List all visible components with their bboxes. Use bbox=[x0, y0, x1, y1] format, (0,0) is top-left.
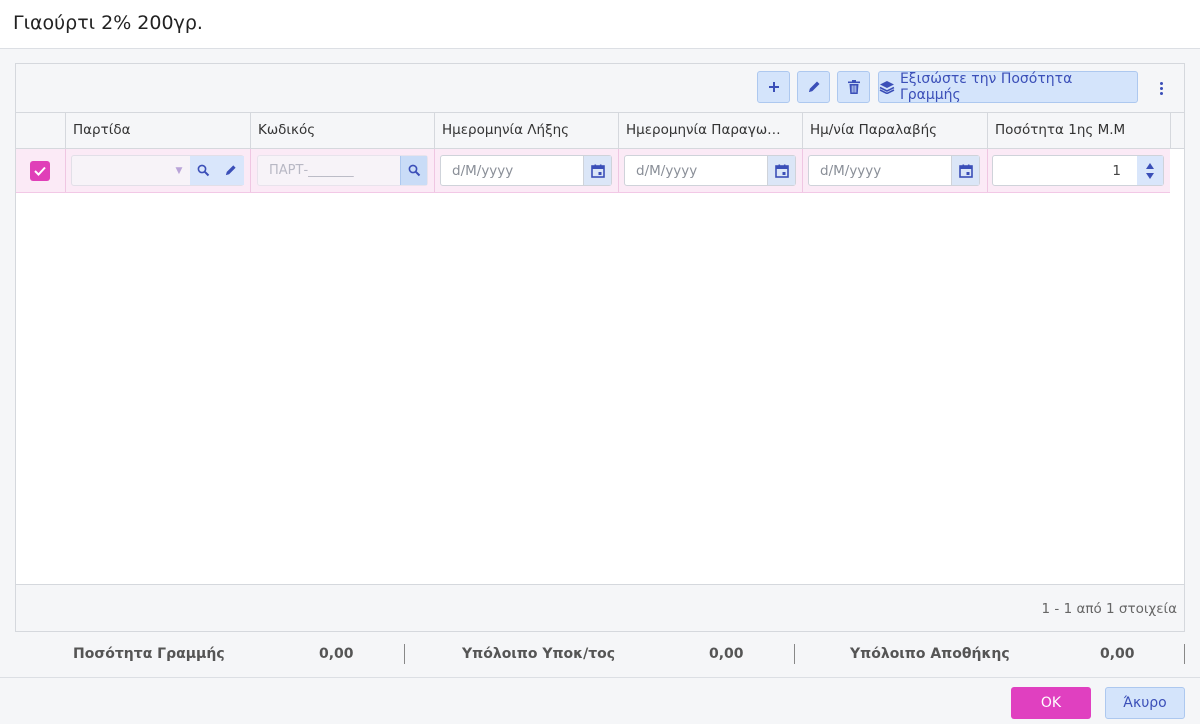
add-row-button[interactable] bbox=[757, 71, 790, 103]
divider bbox=[794, 644, 795, 664]
receipt-date-input[interactable]: d/M/yyyy bbox=[808, 155, 980, 186]
sub-balance-value: 0,00 bbox=[709, 646, 744, 662]
divider bbox=[1184, 644, 1185, 664]
chevron-down-icon[interactable]: ▼ bbox=[168, 156, 190, 185]
production-date-placeholder: d/M/yyyy bbox=[636, 163, 698, 179]
expiry-date-placeholder: d/M/yyyy bbox=[452, 163, 514, 179]
column-header-expiry-date[interactable]: Ημερομηνία Λήξης bbox=[434, 113, 618, 148]
divider bbox=[404, 644, 405, 664]
line-quantity-label: Ποσότητα Γραμμής bbox=[73, 646, 225, 662]
code-placeholder: ΠΑΡΤ-_______ bbox=[269, 163, 354, 178]
spinner-buttons[interactable] bbox=[1137, 156, 1163, 185]
batch-combobox[interactable]: ▼ bbox=[71, 155, 244, 186]
kebab-menu-icon[interactable] bbox=[1152, 76, 1170, 100]
expiry-date-input[interactable]: d/M/yyyy bbox=[440, 155, 612, 186]
calendar-icon[interactable] bbox=[767, 156, 795, 185]
pager-info: 1 - 1 από 1 στοιχεία bbox=[1041, 601, 1177, 617]
dialog-header: Γιαούρτι 2% 200γρ. bbox=[0, 0, 1200, 49]
production-date-input[interactable]: d/M/yyyy bbox=[624, 155, 796, 186]
cancel-button[interactable]: Άκυρο bbox=[1105, 687, 1185, 719]
dialog-footer: OK Άκυρο bbox=[0, 677, 1200, 724]
quantity-stepper[interactable]: 1 bbox=[992, 155, 1164, 186]
warehouse-balance-label: Υπόλοιπο Αποθήκης bbox=[850, 646, 1010, 662]
calendar-icon[interactable] bbox=[583, 156, 611, 185]
receipt-date-placeholder: d/M/yyyy bbox=[820, 163, 882, 179]
search-icon[interactable] bbox=[400, 156, 427, 185]
quantity-value: 1 bbox=[1112, 163, 1121, 179]
trash-icon bbox=[847, 80, 860, 94]
equalize-label: Εξισώστε την Ποσότητα Γραμμής bbox=[899, 71, 1073, 103]
calendar-icon[interactable] bbox=[951, 156, 979, 185]
sub-balance-label: Υπόλοιπο Υποκ/τος bbox=[462, 646, 616, 662]
code-input[interactable]: ΠΑΡΤ-_______ bbox=[257, 155, 428, 186]
search-icon[interactable] bbox=[197, 164, 210, 177]
column-header-row: Παρτίδα Κωδικός Ημερομηνία Λήξης Ημερομη… bbox=[16, 113, 1184, 149]
increment-icon[interactable] bbox=[1146, 162, 1154, 169]
pencil-icon[interactable] bbox=[224, 164, 237, 177]
check-icon bbox=[34, 166, 46, 176]
plus-icon bbox=[768, 82, 779, 92]
grid-pager: 1 - 1 από 1 στοιχεία bbox=[16, 584, 1184, 631]
table-row[interactable]: ▼ ΠΑΡΤ-_______ d/M/yyyy d/M/yyyy d/M/yyy… bbox=[16, 149, 1170, 193]
grid-toolbar: Εξισώστε την Ποσότητα Γραμμής bbox=[16, 64, 1184, 113]
layers-icon bbox=[879, 81, 895, 94]
delete-row-button[interactable] bbox=[837, 71, 870, 103]
summary-bar: Ποσότητα Γραμμής 0,00 Υπόλοιπο Υποκ/τος … bbox=[0, 632, 1200, 677]
column-header-quantity[interactable]: Ποσότητα 1ης Μ.Μ bbox=[987, 113, 1171, 148]
warehouse-balance-value: 0,00 bbox=[1100, 646, 1135, 662]
line-quantity-value: 0,00 bbox=[319, 646, 354, 662]
pencil-icon bbox=[808, 81, 819, 92]
column-header-receipt-date[interactable]: Ημ/νία Παραλαβής bbox=[802, 113, 987, 148]
column-header-code[interactable]: Κωδικός bbox=[250, 113, 434, 148]
batch-grid: Εξισώστε την Ποσότητα Γραμμής Παρτίδα Κω… bbox=[15, 63, 1185, 632]
column-header-production-date[interactable]: Ημερομηνία Παραγωγής bbox=[618, 113, 802, 148]
dialog-title: Γιαούρτι 2% 200γρ. bbox=[13, 12, 203, 34]
edit-row-button[interactable] bbox=[797, 71, 830, 103]
decrement-icon[interactable] bbox=[1146, 172, 1154, 179]
column-header-batch[interactable]: Παρτίδα bbox=[65, 113, 250, 148]
equalize-line-quantity-button[interactable]: Εξισώστε την Ποσότητα Γραμμής bbox=[878, 71, 1138, 103]
row-checkbox[interactable] bbox=[30, 161, 50, 181]
ok-button[interactable]: OK bbox=[1011, 687, 1091, 719]
